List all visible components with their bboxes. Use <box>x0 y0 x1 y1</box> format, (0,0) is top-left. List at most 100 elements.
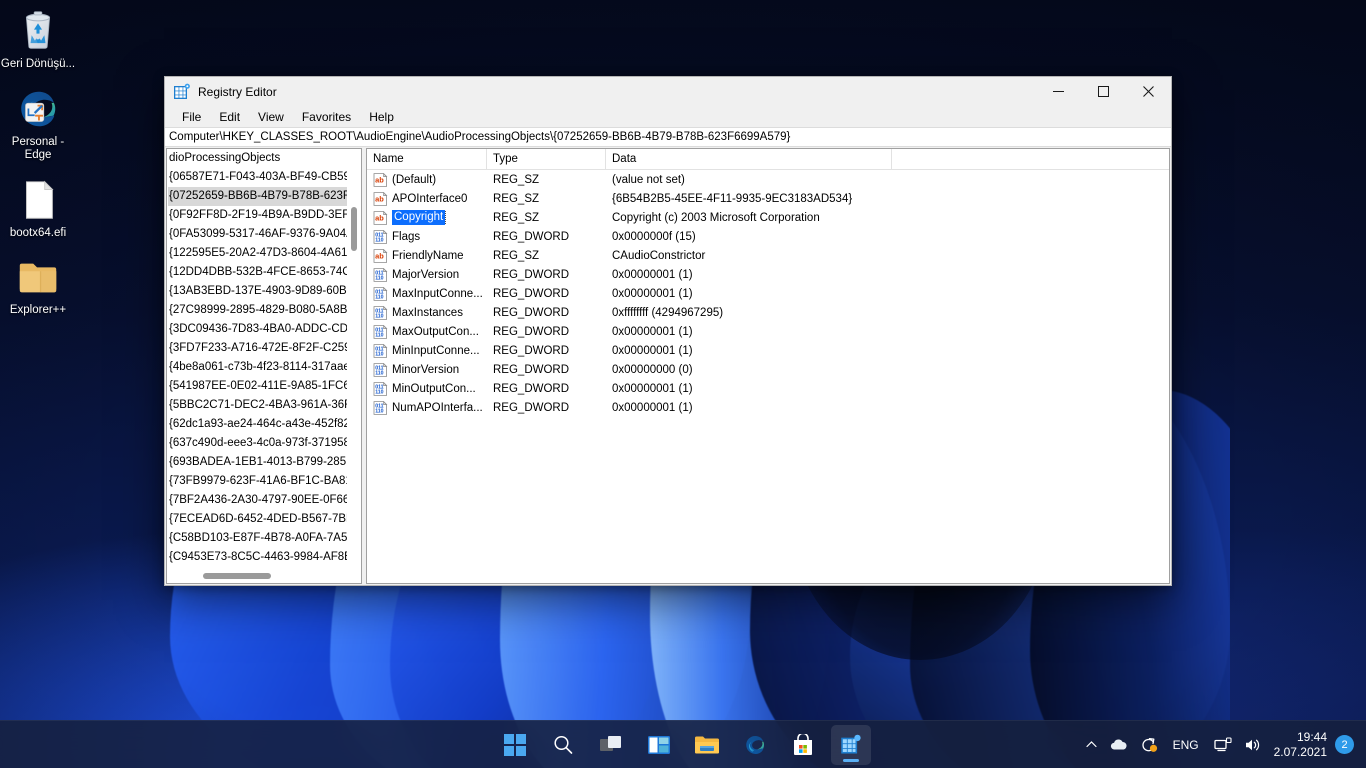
tree-item[interactable]: {0FA53099-5317-46AF-9376-9A04A4B <box>168 225 361 244</box>
window-titlebar[interactable]: Registry Editor <box>165 77 1171 106</box>
taskbar-button-widgets[interactable] <box>639 725 679 765</box>
value-row[interactable]: ab APOInterface0 REG_SZ {6B54B2B5-45EE-4F11… <box>367 189 1169 208</box>
values-column-headers[interactable]: Name Type Data <box>367 149 1169 170</box>
tree-item[interactable]: {7BF2A436-2A30-4797-90EE-0F66B84 <box>168 491 361 510</box>
taskbar-button-start[interactable] <box>495 725 535 765</box>
value-name[interactable]: (Default) <box>392 174 493 186</box>
tree-item[interactable]: {C9453E73-8C5C-4463-9984-AF8BAB <box>168 548 361 567</box>
desktop-icon-bootx64[interactable]: bootx64.efi <box>0 177 76 241</box>
window-title: Registry Editor <box>198 84 277 99</box>
tree-item[interactable]: {12DD4DBB-532B-4FCE-8653-74CDB9 <box>168 263 361 282</box>
taskbar-button-registry-editor[interactable] <box>831 724 871 765</box>
column-header-name[interactable]: Name <box>367 149 487 169</box>
value-name[interactable]: MinorVersion <box>392 364 493 376</box>
tree-item[interactable]: {5BBC2C71-DEC2-4BA3-961A-36F37D <box>168 396 361 415</box>
menu-favorites[interactable]: Favorites <box>293 108 360 126</box>
tree-item[interactable]: {C58BD103-E87F-4B78-A0FA-7A5C95 <box>168 529 361 548</box>
value-name-selected[interactable]: Copyright <box>392 210 447 225</box>
value-name[interactable]: Flags <box>392 231 493 243</box>
registry-values-pane[interactable]: Name Type Data ab (Default) REG_SZ (value n… <box>366 148 1170 584</box>
value-row[interactable]: ab FriendlyName REG_SZ CAudioConstrictor <box>367 246 1169 265</box>
tree-item[interactable]: {541987EE-0E02-411E-9A85-1FC6156 <box>168 377 361 396</box>
value-row[interactable]: 110 011 MaxOutputCon... REG_DWORD 0x00000001… <box>367 322 1169 341</box>
value-row[interactable]: 110 011 Flags REG_DWORD 0x0000000f (15) <box>367 227 1169 246</box>
tree-item[interactable]: dioProcessingObjects <box>168 149 361 168</box>
value-type: REG_DWORD <box>493 268 570 281</box>
close-button[interactable] <box>1126 77 1171 106</box>
address-bar[interactable]: Computer\HKEY_CLASSES_ROOT\AudioEngine\A… <box>165 127 1171 147</box>
menu-file[interactable]: File <box>173 108 210 126</box>
value-row[interactable]: 110 011 MinorVersion REG_DWORD 0x00000000 (0… <box>367 360 1169 379</box>
value-name[interactable]: APOInterface0 <box>392 193 493 205</box>
values-list[interactable]: ab (Default) REG_SZ (value not set) ab APOInt… <box>367 170 1169 583</box>
taskbar-button-edge[interactable] <box>735 725 775 765</box>
tree-horizontal-scroll-thumb[interactable] <box>203 573 271 579</box>
chevron-up-icon <box>1085 741 1097 748</box>
value-name[interactable]: Copyright <box>392 210 493 225</box>
registry-tree-list[interactable]: dioProcessingObjects {06587E71-F043-403A-… <box>167 149 361 568</box>
taskbar-button-search[interactable] <box>543 725 583 765</box>
tree-item[interactable]: {3FD7F233-A716-472E-8F2F-C25954F <box>168 339 361 358</box>
tray-overflow-button[interactable] <box>1079 725 1104 765</box>
tree-item[interactable]: {0F92FF8D-2F19-4B9A-B9DD-3EFC2B <box>168 206 361 225</box>
value-row[interactable]: ab (Default) REG_SZ (value not set) <box>367 170 1169 189</box>
value-name[interactable]: MinOutputCon... <box>392 383 493 395</box>
tree-item[interactable]: {06587E71-F043-403A-BF49-CB591BA <box>168 168 361 187</box>
tray-update-button[interactable] <box>1134 725 1164 765</box>
tree-item[interactable]: {693BADEA-1EB1-4013-B799-285F624 <box>168 453 361 472</box>
menu-edit[interactable]: Edit <box>210 108 249 126</box>
menu-view[interactable]: View <box>249 108 293 126</box>
menu-bar[interactable]: File Edit View Favorites Help <box>165 106 1171 127</box>
minimize-button[interactable] <box>1036 77 1081 106</box>
value-type: REG_DWORD <box>493 344 570 357</box>
value-row[interactable]: 110 011 MinOutputCon... REG_DWORD 0x00000001… <box>367 379 1169 398</box>
value-name[interactable]: FriendlyName <box>392 250 493 262</box>
menu-help[interactable]: Help <box>360 108 403 126</box>
tree-item[interactable]: {7ECEAD6D-6452-4DED-B567-7BB994 <box>168 510 361 529</box>
value-row[interactable]: 110 011 MajorVersion REG_DWORD 0x00000001 (1… <box>367 265 1169 284</box>
tray-network-button[interactable] <box>1208 725 1238 765</box>
tree-item[interactable]: {637c490d-eee3-4c0a-973f-37195880 <box>168 434 361 453</box>
tree-item[interactable]: {3DC09436-7D83-4BA0-ADDC-CD47F <box>168 320 361 339</box>
desktop[interactable]: Geri Dönüşü... Personal - Edge bootx64.e… <box>0 0 1366 768</box>
desktop-icon-personal-edge[interactable]: Personal - Edge <box>0 86 76 163</box>
tree-vertical-scrollbar[interactable] <box>347 149 361 568</box>
tree-item[interactable]: {13AB3EBD-137E-4903-9D89-60BE827 <box>168 282 361 301</box>
registry-editor-window[interactable]: Registry Editor File Edit View Favorites… <box>164 76 1172 586</box>
maximize-button[interactable] <box>1081 77 1126 106</box>
taskbar[interactable]: ENG 19:44 2.07.2021 2 <box>0 720 1366 768</box>
value-row[interactable]: 110 011 NumAPOInterfa... REG_DWORD 0x0000000… <box>367 398 1169 417</box>
value-type: REG_SZ <box>493 192 540 205</box>
tree-item[interactable]: {07252659-BB6B-4B79-B78B-623F669 <box>168 187 361 206</box>
taskbar-button-task-view[interactable] <box>591 725 631 765</box>
value-name[interactable]: MajorVersion <box>392 269 493 281</box>
tray-onedrive-button[interactable] <box>1104 725 1134 765</box>
tree-item[interactable]: {4be8a061-c73b-4f23-8114-317aae3e <box>168 358 361 377</box>
tree-item[interactable]: {73FB9979-623F-41A6-BF1C-BA817C5 <box>168 472 361 491</box>
value-row[interactable]: ab Copyright REG_SZ Copyright (c) 2003 Micr… <box>367 208 1169 227</box>
tree-item[interactable]: {62dc1a93-ae24-464c-a43e-452f824c <box>168 415 361 434</box>
column-header-data[interactable]: Data <box>606 149 892 169</box>
notification-badge[interactable]: 2 <box>1335 735 1354 754</box>
desktop-icon-recycle-bin[interactable]: Geri Dönüşü... <box>0 8 76 72</box>
tree-vertical-scroll-thumb[interactable] <box>351 207 357 251</box>
tree-horizontal-scrollbar[interactable] <box>167 568 361 583</box>
tree-item[interactable]: {122595E5-20A2-47D3-8604-4A613FF <box>168 244 361 263</box>
value-row[interactable]: 110 011 MaxInstances REG_DWORD 0xffffffff (4… <box>367 303 1169 322</box>
value-row[interactable]: 110 011 MaxInputConne... REG_DWORD 0x0000000… <box>367 284 1169 303</box>
tree-item[interactable]: {27C98999-2895-4829-B080-5A8B65B <box>168 301 361 320</box>
value-name[interactable]: MaxOutputCon... <box>392 326 493 338</box>
desktop-icon-explorerpp[interactable]: Explorer++ <box>0 254 76 318</box>
taskbar-clock[interactable]: 19:44 2.07.2021 <box>1268 730 1335 760</box>
tray-volume-button[interactable] <box>1238 725 1268 765</box>
value-row[interactable]: 110 011 MinInputConne... REG_DWORD 0x0000000… <box>367 341 1169 360</box>
tray-language-indicator[interactable]: ENG <box>1164 725 1208 765</box>
taskbar-button-file-explorer[interactable] <box>687 725 727 765</box>
value-name[interactable]: NumAPOInterfa... <box>392 402 493 414</box>
registry-tree-pane[interactable]: dioProcessingObjects {06587E71-F043-403A-… <box>166 148 362 584</box>
taskbar-button-store[interactable] <box>783 725 823 765</box>
value-name[interactable]: MaxInputConne... <box>392 288 493 300</box>
value-name[interactable]: MaxInstances <box>392 307 493 319</box>
value-name[interactable]: MinInputConne... <box>392 345 493 357</box>
column-header-type[interactable]: Type <box>487 149 606 169</box>
